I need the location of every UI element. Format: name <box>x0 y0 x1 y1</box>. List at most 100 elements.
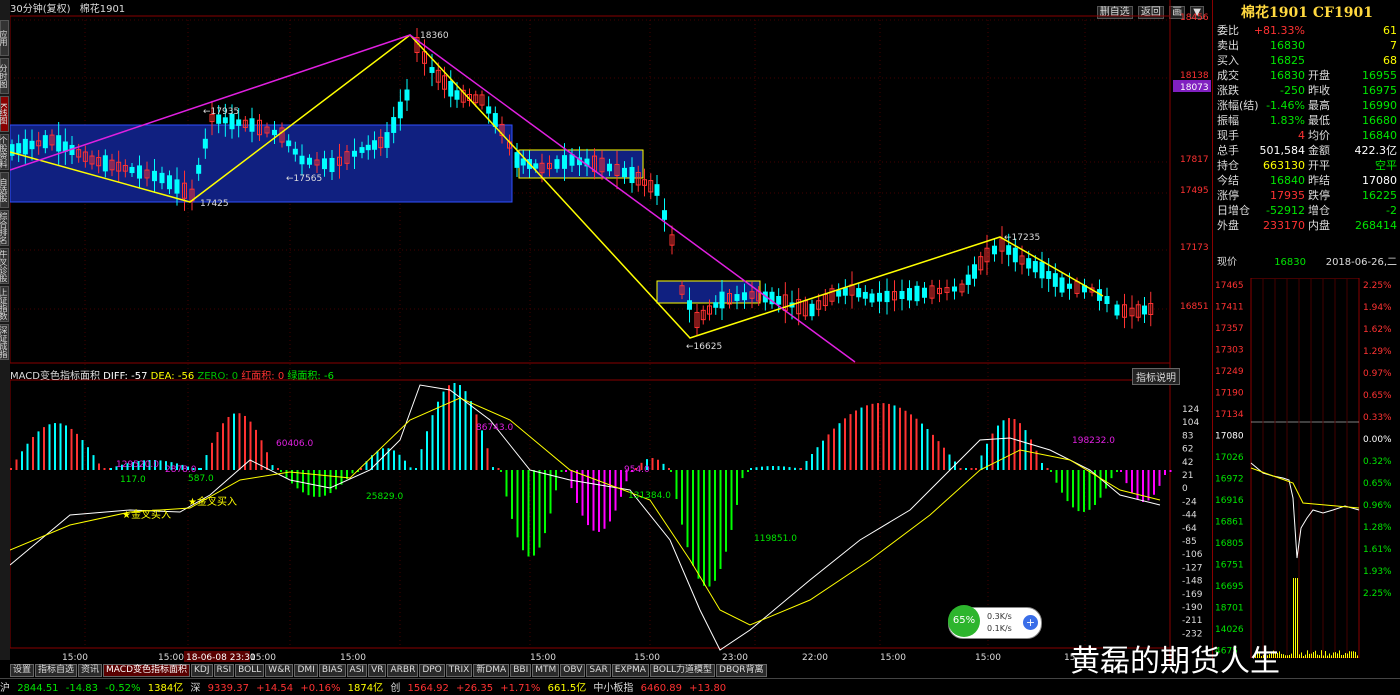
macd-bar <box>937 441 940 470</box>
macd-bar <box>266 452 268 470</box>
indicator-tab[interactable]: BIAS <box>318 664 346 677</box>
intraday-price-tick: 16916 <box>1215 496 1244 506</box>
intraday-pct-tick: 1.28% <box>1363 523 1392 533</box>
indicator-tab[interactable]: EXPMA <box>611 664 649 677</box>
indicator-tab[interactable]: 指标自选 <box>35 664 78 677</box>
status-cy-change: +26.35 <box>456 683 494 694</box>
candle-body <box>249 118 255 132</box>
intraday-pct-tick: 1.61% <box>1363 545 1392 555</box>
macd-bar <box>587 470 589 526</box>
macd-bar <box>741 470 744 479</box>
macd-bar <box>576 470 578 504</box>
status-cy-pct: +1.71% <box>500 683 541 694</box>
macd-bar <box>505 470 508 497</box>
intraday-price-tick: 16861 <box>1215 518 1244 528</box>
quote-label: 总手 <box>1217 144 1239 157</box>
indicator-tab[interactable]: KDJ <box>191 664 213 677</box>
quote-value: 16830 <box>1270 39 1305 52</box>
indicator-tab[interactable]: ASI <box>346 664 368 677</box>
left-tab[interactable]: 自选股 <box>0 172 9 208</box>
macd-bar <box>76 433 78 470</box>
indicator-tab[interactable]: DPO <box>419 664 445 677</box>
left-tab[interactable]: 牛叉诊股 <box>0 248 9 284</box>
macd-area-label: 129520.0 <box>116 460 159 470</box>
intraday-pct-tick: 1.29% <box>1363 347 1392 357</box>
macd-bar <box>205 455 208 470</box>
quote-value: 17080 <box>1362 174 1397 187</box>
indicator-help-button[interactable]: 指标说明 <box>1132 368 1180 385</box>
macd-bar <box>736 470 738 505</box>
left-tab[interactable]: K线图 <box>0 96 9 132</box>
quote-value: 7 <box>1390 39 1397 52</box>
macd-bar <box>1110 470 1113 479</box>
indicator-tab[interactable]: MACD变色指标面积 <box>103 664 191 677</box>
plus-icon[interactable]: + <box>1023 615 1038 630</box>
indicator-tab[interactable]: 新DMA <box>473 664 510 677</box>
indicator-tab[interactable]: ARBR <box>387 664 419 677</box>
macd-bar <box>533 470 535 556</box>
macd-axis-tick: 62 <box>1182 445 1193 455</box>
left-tab[interactable]: 上证指数 <box>0 286 9 322</box>
price-tick: 17173 <box>1180 243 1209 253</box>
macd-bar <box>442 391 445 470</box>
candle-body <box>272 129 277 136</box>
left-tab[interactable]: 应用 <box>0 20 9 56</box>
indicator-tab[interactable]: SAR <box>586 664 611 677</box>
quote-value: +81.33% <box>1253 24 1305 37</box>
left-tab[interactable]: 个股资料 <box>0 134 9 170</box>
macd-axis-tick: -64 <box>1182 524 1197 534</box>
macd-bar <box>453 383 456 470</box>
macd-axis-tick: -169 <box>1182 590 1203 600</box>
candle-body <box>159 172 165 184</box>
intraday-price-line <box>1250 462 1360 559</box>
macd-bar <box>816 447 819 470</box>
time-tick: 15:00 <box>530 653 556 663</box>
indicator-tab[interactable]: 设置 <box>10 664 35 677</box>
macd-bar <box>965 468 967 470</box>
indicator-tab[interactable]: TRIX <box>445 664 473 677</box>
left-tab[interactable]: 深证成指 <box>0 324 9 360</box>
indicator-tab[interactable]: 资讯 <box>78 664 103 677</box>
indicator-tab[interactable]: VR <box>368 664 387 677</box>
indicator-tab[interactable]: DMI <box>294 664 318 677</box>
indicator-tab[interactable]: DBQR背离 <box>716 664 767 677</box>
intraday-chart[interactable]: 17465 17411 17357 17303 17249 17190 17134 17080… <box>1213 278 1400 658</box>
intraday-volume-bar <box>1337 653 1338 658</box>
chart-area[interactable]: 18360 ←17935 ←17565 17425 ←16625 ←17235 … <box>10 0 1212 664</box>
indicator-tab[interactable]: BOLL <box>235 664 265 677</box>
macd-bar <box>598 470 600 532</box>
left-tab[interactable]: 分时图 <box>0 58 9 94</box>
indicator-tab[interactable]: OBV <box>560 664 586 677</box>
intraday-volume-bar <box>1319 655 1320 658</box>
macd-area-label: 587.0 <box>188 474 214 484</box>
indicator-tab[interactable]: MTM <box>532 664 560 677</box>
intraday-volume-bar <box>1299 654 1300 658</box>
indicator-tab[interactable]: BBI <box>510 664 532 677</box>
macd-bar <box>675 470 678 500</box>
indicator-tab[interactable]: RSI <box>213 664 235 677</box>
status-bar: 沪 2844.51 -14.83 -0.52% 1384亿 深 9339.37 … <box>0 678 1400 695</box>
intraday-volume-bar <box>1335 652 1336 658</box>
macd-area-label: 131384.0 <box>628 491 671 501</box>
status-cy-label: 创 <box>390 683 401 694</box>
candle-body <box>56 135 62 152</box>
intraday-volume-bar <box>1323 655 1324 658</box>
left-tab[interactable]: 综合排名 <box>0 210 9 246</box>
candle-body <box>713 302 719 308</box>
macd-bar <box>544 470 546 534</box>
candle-body <box>42 135 48 149</box>
candle-body <box>397 101 403 119</box>
status-sh-change: -14.83 <box>65 683 98 694</box>
time-tick: 23:00 <box>722 653 748 663</box>
indicator-tab[interactable]: W&R <box>265 664 294 677</box>
intraday-price-tick: 16972 <box>1215 475 1244 485</box>
macd-bar <box>324 470 326 496</box>
candle-body <box>454 90 460 100</box>
macd-bar <box>92 455 95 470</box>
status-zxb-index: 6460.89 <box>640 683 682 694</box>
candle-body <box>1142 305 1147 315</box>
candle-body <box>1059 277 1065 293</box>
macd-bar <box>15 459 18 470</box>
quote-title: 棉花1901 CF1901 <box>1241 5 1373 21</box>
indicator-tab[interactable]: BOLL力道模型 <box>649 664 716 677</box>
